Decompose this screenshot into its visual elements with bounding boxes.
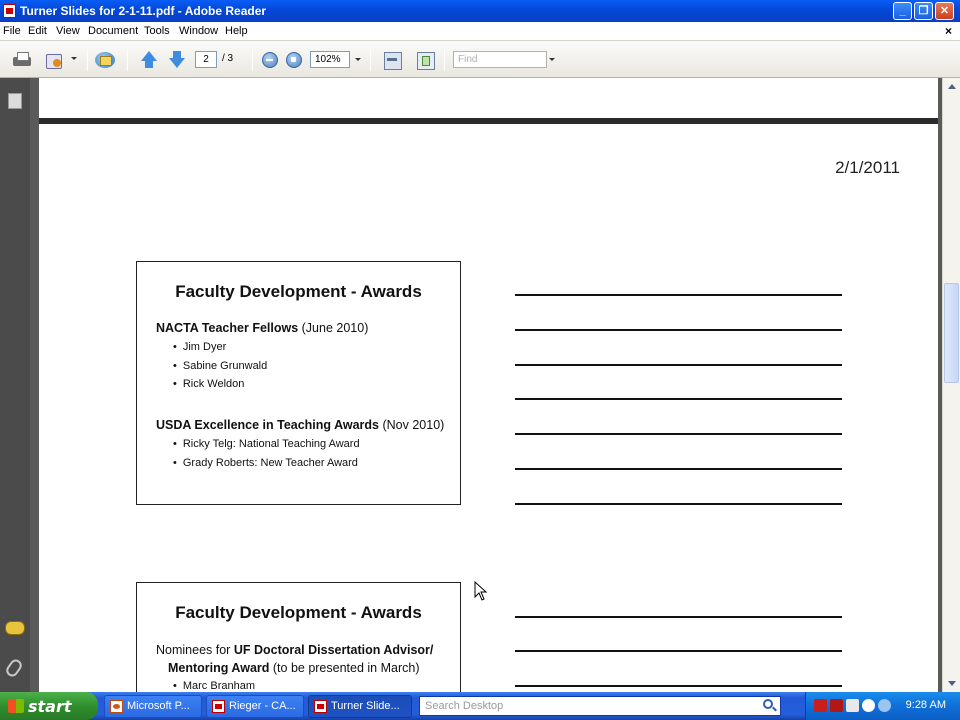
toolbar-separator xyxy=(127,49,128,71)
menu-file[interactable]: File xyxy=(3,25,21,37)
print-icon[interactable] xyxy=(12,50,32,70)
menu-edit[interactable]: Edit xyxy=(28,25,47,37)
start-button[interactable]: start xyxy=(0,692,98,720)
list-item: Marc Branham xyxy=(173,680,255,692)
window-title: Turner Slides for 2-1-11.pdf - Adobe Rea… xyxy=(20,4,267,18)
network-tray-icon[interactable] xyxy=(878,699,891,712)
title-bar: Turner Slides for 2-1-11.pdf - Adobe Rea… xyxy=(0,0,960,22)
find-input[interactable]: Find xyxy=(453,51,547,68)
slide-section-heading: Nominees for UF Doctoral Dissertation Ad… xyxy=(156,643,434,657)
bullet-list: Marc Branham xyxy=(173,680,255,692)
acrobat-tray-icon[interactable] xyxy=(814,699,827,712)
toolbar-separator xyxy=(370,49,371,71)
list-item: Grady Roberts: New Teacher Award xyxy=(173,457,360,476)
note-line xyxy=(515,503,842,505)
slide-2: Faculty Development - Awards Nominees fo… xyxy=(136,582,461,692)
start-label: start xyxy=(28,697,72,716)
scroll-up-icon[interactable] xyxy=(948,84,956,89)
slide-section-heading: Mentoring Award (to be presented in Marc… xyxy=(168,661,420,675)
list-item: Sabine Grunwald xyxy=(173,360,267,379)
pages-panel-icon[interactable] xyxy=(5,90,22,109)
windows-flag-icon xyxy=(8,699,24,713)
messenger-tray-icon[interactable] xyxy=(862,699,875,712)
zoom-in-icon[interactable] xyxy=(286,52,302,68)
menu-tools[interactable]: Tools xyxy=(144,25,170,37)
note-line xyxy=(515,685,842,687)
close-button[interactable]: ✕ xyxy=(935,2,954,20)
scrollbar-thumb[interactable] xyxy=(944,283,959,383)
toolbar-separator xyxy=(87,49,88,71)
taskbar-item-rieger[interactable]: Rieger - CA... xyxy=(206,695,304,718)
search-desktop-input[interactable]: Search Desktop xyxy=(419,696,781,716)
menu-help[interactable]: Help xyxy=(225,25,248,37)
fit-page-icon[interactable] xyxy=(382,50,402,70)
taskbar: start Microsoft P... Rieger - CA... Turn… xyxy=(0,692,960,720)
zoom-level-field[interactable]: 102% xyxy=(310,51,350,68)
menu-bar: File Edit View Document Tools Window Hel… xyxy=(0,22,960,41)
slide-1: Faculty Development - Awards NACTA Teach… xyxy=(136,261,461,505)
note-line xyxy=(515,433,842,435)
page-total: / 3 xyxy=(222,53,234,64)
scroll-down-icon[interactable] xyxy=(948,681,956,686)
navigation-pane xyxy=(0,78,30,692)
note-line xyxy=(515,616,842,618)
attachments-panel-icon[interactable] xyxy=(3,657,25,679)
previous-page-icon[interactable] xyxy=(139,50,159,70)
list-item: Rick Weldon xyxy=(173,378,267,397)
share-icon[interactable] xyxy=(95,50,115,70)
note-line xyxy=(515,398,842,400)
zoom-out-icon[interactable] xyxy=(262,52,278,68)
minimize-button[interactable]: _ xyxy=(893,2,912,20)
vertical-scrollbar[interactable] xyxy=(942,78,960,692)
bullet-list: Ricky Telg: National Teaching Award Grad… xyxy=(173,438,360,475)
next-page-icon[interactable] xyxy=(167,50,187,70)
menu-view[interactable]: View xyxy=(56,25,80,37)
note-line xyxy=(515,294,842,296)
list-item: Jim Dyer xyxy=(173,341,267,360)
zoom-dropdown-icon[interactable] xyxy=(355,58,361,61)
page-divider xyxy=(39,118,938,124)
pdf-icon xyxy=(212,700,225,713)
slide-section-heading: NACTA Teacher Fellows (June 2010) xyxy=(156,321,369,335)
list-item: Ricky Telg: National Teaching Award xyxy=(173,438,360,457)
taskbar-item-turner[interactable]: Turner Slide... xyxy=(308,695,412,718)
mouse-cursor-icon xyxy=(474,581,488,601)
toolbar: 2 / 3 102% Find xyxy=(0,41,960,78)
slide-title: Faculty Development - Awards xyxy=(175,603,422,622)
taskbar-item-powerpoint[interactable]: Microsoft P... xyxy=(104,695,202,718)
bullet-list: Jim Dyer Sabine Grunwald Rick Weldon xyxy=(173,341,267,397)
comments-panel-icon[interactable] xyxy=(5,621,25,635)
slide-section-heading: USDA Excellence in Teaching Awards (Nov … xyxy=(156,418,445,432)
adobe-reader-icon xyxy=(3,4,16,18)
slide-title: Faculty Development - Awards xyxy=(175,282,422,301)
menu-document[interactable]: Document xyxy=(88,25,138,37)
note-line xyxy=(515,650,842,652)
document-close-icon[interactable]: × xyxy=(945,24,952,38)
toolbar-separator xyxy=(444,49,445,71)
clock: 9:28 AM xyxy=(905,699,946,711)
review-icon[interactable] xyxy=(45,50,65,70)
review-dropdown-icon[interactable] xyxy=(71,57,77,60)
note-line xyxy=(515,468,842,470)
search-icon[interactable] xyxy=(763,699,773,709)
page-date: 2/1/2011 xyxy=(835,158,900,177)
find-dropdown-icon[interactable] xyxy=(549,58,555,61)
menu-window[interactable]: Window xyxy=(179,25,218,37)
fit-width-icon[interactable] xyxy=(415,50,435,70)
antivirus-tray-icon[interactable] xyxy=(830,699,843,712)
note-line xyxy=(515,364,842,366)
pdf-page: 2/1/2011 Faculty Development - Awards NA… xyxy=(39,78,938,692)
page-number-input[interactable]: 2 xyxy=(195,51,217,68)
security-tray-icon[interactable] xyxy=(846,699,859,712)
pdf-icon xyxy=(314,700,327,713)
maximize-button[interactable]: ❐ xyxy=(914,2,933,20)
toolbar-separator xyxy=(252,49,253,71)
note-line xyxy=(515,329,842,331)
powerpoint-icon xyxy=(110,700,123,713)
system-tray: 9:28 AM xyxy=(805,692,960,720)
